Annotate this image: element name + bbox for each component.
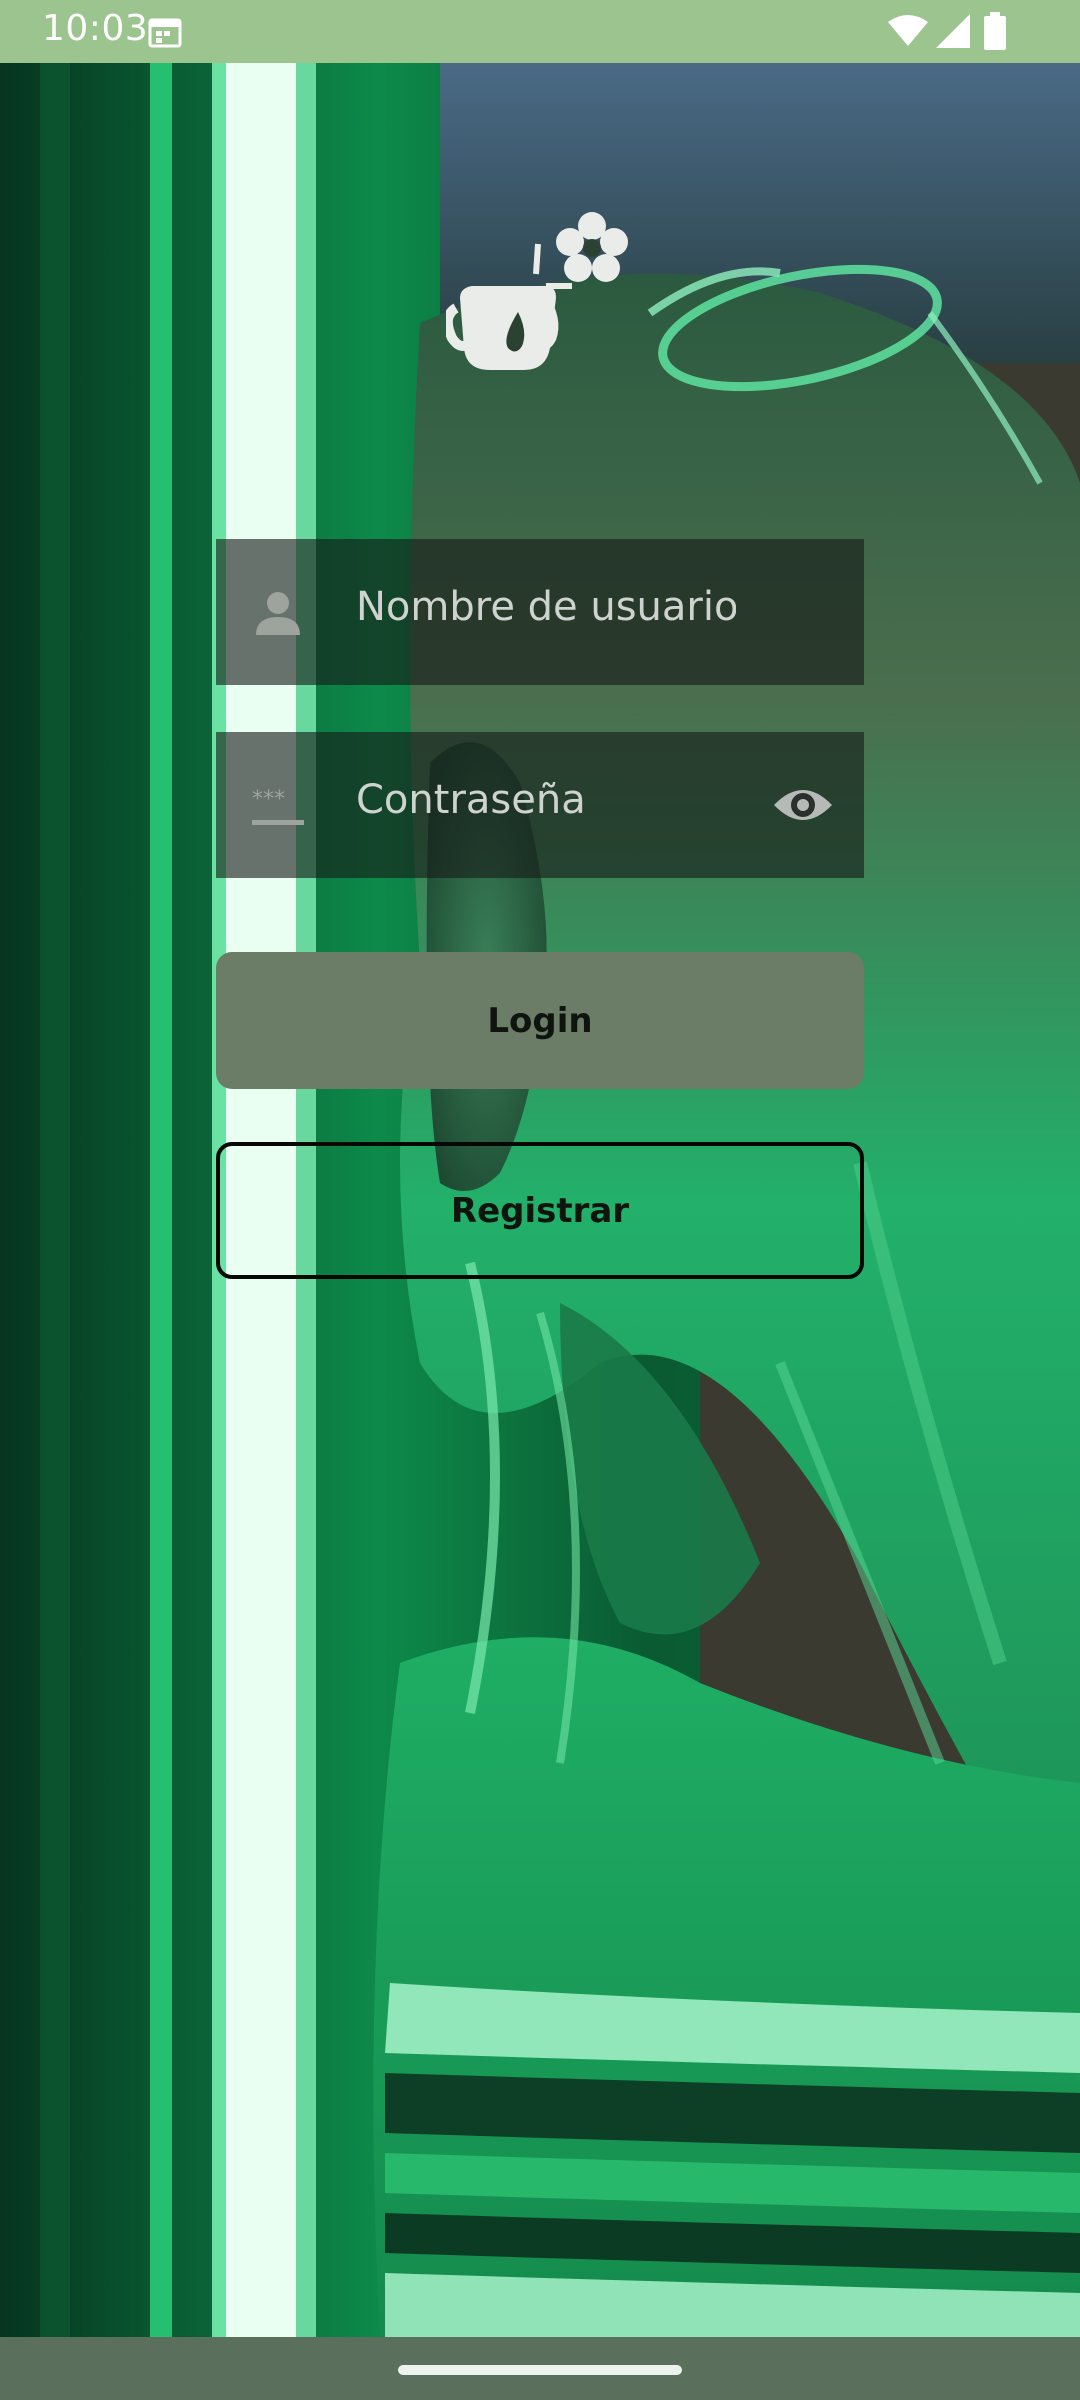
username-field[interactable] <box>216 539 864 685</box>
battery-icon <box>984 12 1006 50</box>
wifi-icon <box>888 15 928 46</box>
password-field[interactable]: *** <box>216 732 864 878</box>
cafe-flower-logo-icon <box>446 212 628 370</box>
home-gesture-handle[interactable] <box>398 2365 682 2375</box>
person-icon <box>256 592 300 635</box>
eye-icon[interactable] <box>772 779 834 831</box>
register-button[interactable]: Registrar <box>216 1142 864 1279</box>
navigation-bar <box>0 2337 1080 2400</box>
calendar-icon <box>148 18 182 48</box>
password-dots-icon: *** <box>252 787 304 825</box>
login-button[interactable]: Login <box>216 952 864 1089</box>
status-time: 10:03 <box>42 8 149 49</box>
status-bar: 10:03 <box>0 0 1080 63</box>
login-screen: 10:03 Nombre de usuario *** Login Regist… <box>0 0 1080 2400</box>
svg-text:***: *** <box>252 787 285 812</box>
username-input[interactable] <box>354 583 738 631</box>
password-input[interactable] <box>354 776 738 824</box>
signal-icon <box>936 14 970 48</box>
